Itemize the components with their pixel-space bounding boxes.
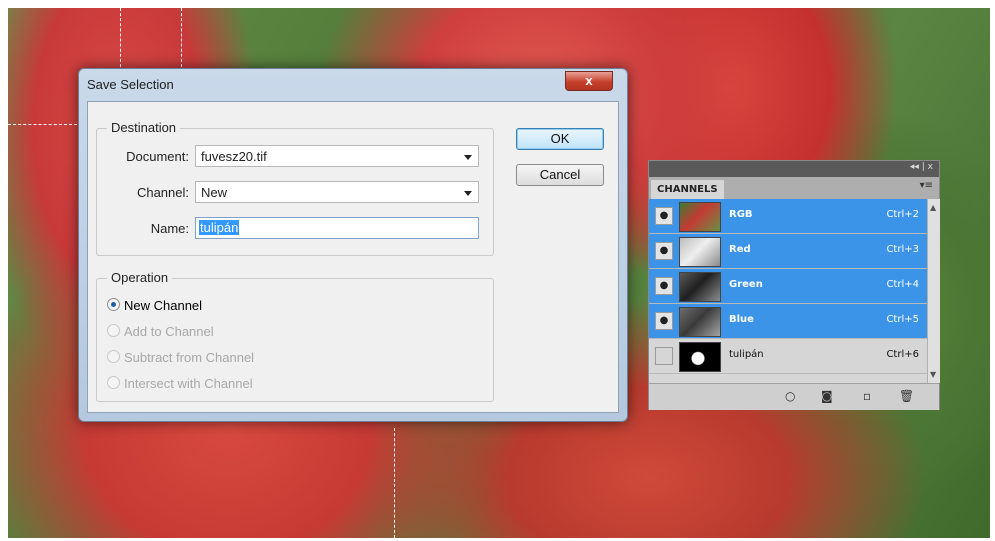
- eye-icon[interactable]: ●: [655, 242, 673, 260]
- name-input[interactable]: tulipán: [195, 217, 479, 239]
- visibility-toggle-empty[interactable]: [655, 347, 673, 365]
- channel-thumbnail: [679, 307, 721, 337]
- channel-name: Green: [729, 279, 763, 290]
- channel-label: Channel:: [136, 185, 189, 200]
- panel-menu-icon[interactable]: ▾≡: [920, 180, 933, 191]
- marching-ants-selection: [394, 428, 395, 538]
- close-button[interactable]: x: [565, 71, 613, 91]
- channel-thumbnail: [679, 202, 721, 232]
- save-selection-as-channel-icon[interactable]: ◙: [821, 389, 833, 403]
- channel-shortcut: Ctrl+2: [886, 209, 919, 220]
- channels-scrollbar[interactable]: ▲ ▼: [927, 199, 940, 383]
- channel-thumbnail: [679, 272, 721, 302]
- channel-thumbnail: [679, 237, 721, 267]
- load-channel-as-selection-icon[interactable]: ○: [785, 389, 795, 403]
- dialog-client-area: Destination Document: fuvesz20.tif Chann…: [87, 101, 619, 413]
- delete-channel-icon[interactable]: 🗑: [899, 389, 914, 403]
- destination-group: Destination Document: fuvesz20.tif Chann…: [96, 120, 494, 256]
- chevron-down-icon: [464, 191, 472, 196]
- eye-icon[interactable]: ●: [655, 207, 673, 225]
- new-channel-icon[interactable]: ▫: [863, 389, 871, 403]
- operation-group: Operation New Channel Add to Channel Sub…: [96, 270, 494, 402]
- radio-label: Intersect with Channel: [124, 376, 253, 391]
- channel-name: Red: [729, 244, 751, 255]
- cancel-button[interactable]: Cancel: [516, 164, 604, 186]
- channel-row-red[interactable]: ● Red Ctrl+3: [649, 234, 927, 269]
- channel-row-blue[interactable]: ● Blue Ctrl+5: [649, 304, 927, 339]
- dialog-title: Save Selection: [87, 77, 174, 92]
- document-value: fuvesz20.tif: [201, 149, 267, 164]
- name-input-value: tulipán: [199, 220, 240, 235]
- radio-label: Subtract from Channel: [124, 350, 255, 365]
- radio-label: Add to Channel: [124, 324, 214, 339]
- eye-icon[interactable]: ●: [655, 277, 673, 295]
- channel-name: RGB: [729, 209, 753, 220]
- ok-button[interactable]: OK: [516, 128, 604, 150]
- radio-intersect-with-channel: Intersect with Channel: [107, 375, 253, 393]
- channel-row-green[interactable]: ● Green Ctrl+4: [649, 269, 927, 304]
- collapse-close-controls[interactable]: ◂◂ | x: [910, 162, 933, 172]
- channel-value: New: [201, 185, 228, 200]
- eye-icon[interactable]: ●: [655, 312, 673, 330]
- scroll-down-icon[interactable]: ▼: [930, 370, 936, 379]
- radio-new-channel[interactable]: New Channel: [107, 297, 202, 315]
- channel-shortcut: Ctrl+3: [886, 244, 919, 255]
- radio-selected-icon: [107, 298, 120, 311]
- panel-tab-bar: CHANNELS ▾≡: [649, 177, 939, 199]
- tab-channels[interactable]: CHANNELS: [651, 180, 724, 199]
- scroll-up-icon[interactable]: ▲: [930, 203, 936, 212]
- save-selection-dialog: Save Selection x Destination Document: f…: [78, 68, 628, 422]
- panel-footer: ○ ◙ ▫ 🗑: [649, 383, 939, 410]
- name-label: Name:: [150, 221, 189, 236]
- radio-unselected-icon: [107, 376, 120, 389]
- channel-shortcut: Ctrl+5: [886, 314, 919, 325]
- channels-panel: ◂◂ | x CHANNELS ▾≡ ● RGB Ctrl+2 ● Red Ct…: [648, 160, 940, 410]
- channel-thumbnail: [679, 342, 721, 372]
- channel-shortcut: Ctrl+6: [886, 349, 919, 360]
- radio-subtract-from-channel: Subtract from Channel: [107, 349, 254, 367]
- channel-name: Blue: [729, 314, 754, 325]
- chevron-down-icon: [464, 155, 472, 160]
- channel-row-tulipan[interactable]: tulipán Ctrl+6: [649, 339, 927, 374]
- panel-title-bar[interactable]: ◂◂ | x: [649, 161, 939, 177]
- channel-dropdown[interactable]: New: [195, 181, 479, 203]
- channel-shortcut: Ctrl+4: [886, 279, 919, 290]
- channel-name: tulipán: [729, 349, 764, 360]
- document-label: Document:: [126, 149, 189, 164]
- radio-label: New Channel: [124, 298, 203, 313]
- channel-row-rgb[interactable]: ● RGB Ctrl+2: [649, 199, 927, 234]
- document-dropdown[interactable]: fuvesz20.tif: [195, 145, 479, 167]
- radio-unselected-icon: [107, 350, 120, 363]
- destination-legend: Destination: [107, 120, 181, 135]
- radio-unselected-icon: [107, 324, 120, 337]
- operation-legend: Operation: [107, 270, 173, 285]
- radio-add-to-channel: Add to Channel: [107, 323, 214, 341]
